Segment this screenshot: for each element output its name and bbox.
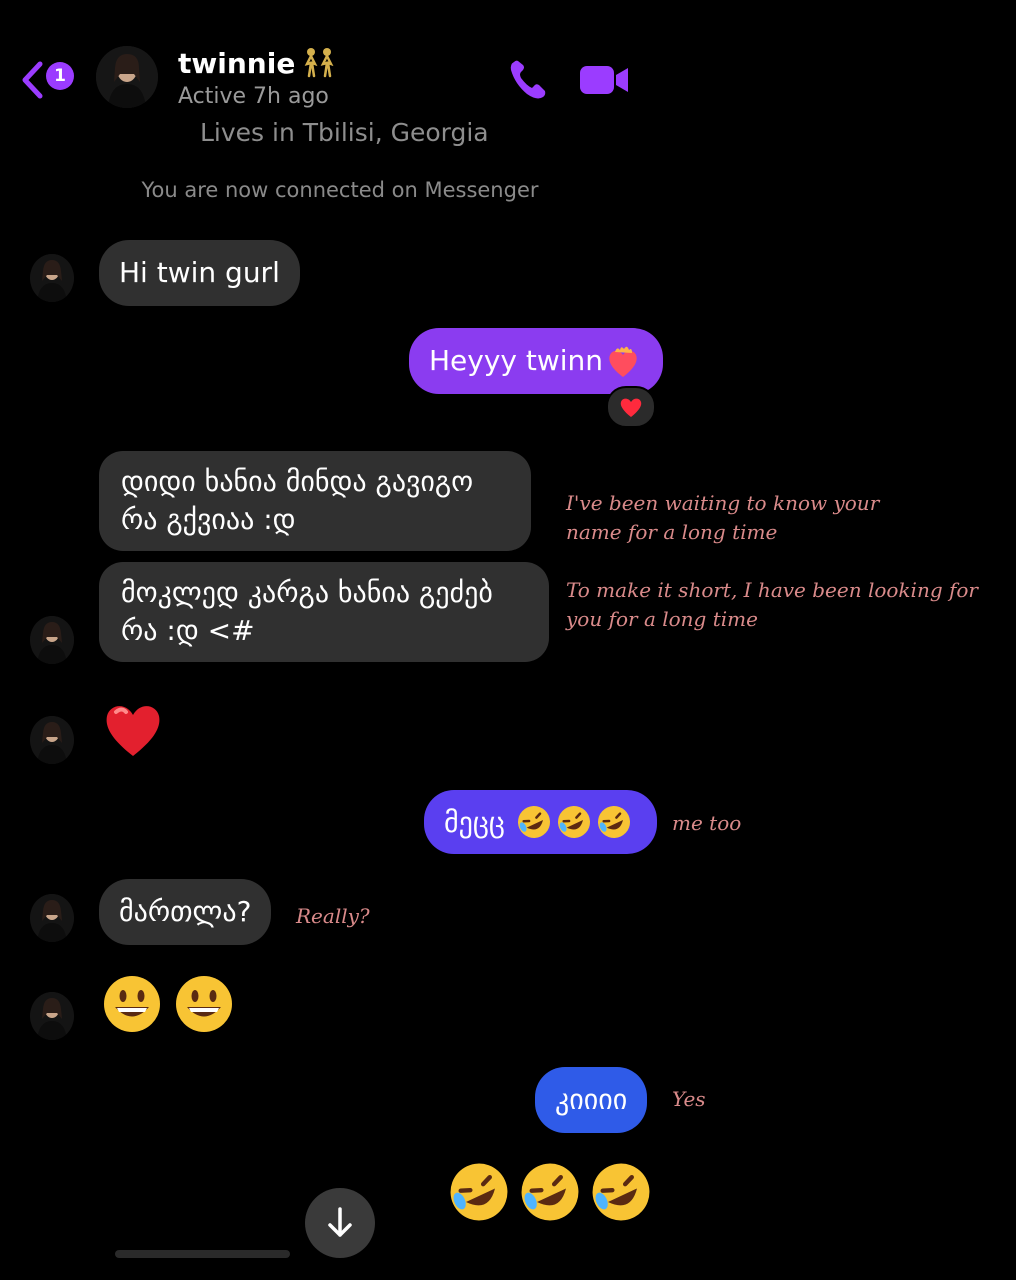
scroll-to-bottom-button[interactable] <box>305 1188 375 1258</box>
messenger-chat-screen: 1 twinnie Active 7h ago Lives in Tbilisi… <box>0 0 1016 1280</box>
message-bubble-sent[interactable]: Heyyy twinn <box>409 328 664 394</box>
contact-name[interactable]: twinnie <box>178 46 339 80</box>
arrow-down-icon <box>328 1207 352 1237</box>
red-heart-emoji-icon[interactable] <box>102 698 164 760</box>
chevron-left-icon <box>22 61 43 99</box>
translation-note: I've been waiting to know your name for … <box>566 491 880 544</box>
sender-avatar <box>30 894 74 942</box>
connection-notice: You are now connected on Messenger <box>141 178 539 202</box>
back-button[interactable]: 1 <box>20 58 80 99</box>
dancing-twins-emoji-icon <box>304 48 334 78</box>
message-bubble-received[interactable]: მოკლედ კარგა ხანია გეძებ რა :დ <# <box>99 562 549 662</box>
profile-location: Lives in Tbilisi, Georgia <box>200 118 489 147</box>
sender-avatar <box>30 254 74 302</box>
message-bubble-sent[interactable]: კიიიი <box>535 1067 648 1133</box>
unread-badge: 1 <box>46 62 74 90</box>
message-text: მეცც <box>444 806 505 839</box>
sender-avatar <box>30 992 74 1040</box>
rofl-emoji-icon <box>598 806 630 838</box>
message-bubble-received[interactable]: დიდი ხანია მინდა გავიგო რა გქვიაა :დ <box>99 451 531 551</box>
video-call-button[interactable] <box>578 62 630 98</box>
translation-note: me too <box>672 811 742 835</box>
translation-note: Yes <box>672 1087 706 1111</box>
translation-note: Really? <box>296 904 370 928</box>
rofl-emoji-icon[interactable] <box>518 1160 582 1224</box>
message-bubble-received[interactable]: მართლა? <box>99 879 272 945</box>
active-status: Active 7h ago <box>178 84 329 109</box>
translation-note: To make it short, I have been looking fo… <box>566 578 978 631</box>
rofl-emoji-icon[interactable] <box>447 1160 511 1224</box>
rofl-emoji-icon <box>518 806 550 838</box>
rofl-emoji-icon <box>558 806 590 838</box>
sender-avatar <box>30 616 74 664</box>
contact-avatar[interactable] <box>96 46 158 108</box>
heart-on-fire-emoji-icon <box>609 346 637 377</box>
grinning-face-emoji-icon[interactable] <box>174 974 234 1034</box>
heart-icon <box>620 398 642 417</box>
voice-call-button[interactable] <box>506 58 550 102</box>
message-bubble-sent[interactable]: მეცც <box>424 790 657 854</box>
rofl-emoji-icon[interactable] <box>589 1160 653 1224</box>
composer-edge <box>115 1250 290 1258</box>
phone-icon <box>510 60 546 99</box>
heart-reaction[interactable] <box>606 386 656 428</box>
video-camera-icon <box>580 66 628 94</box>
grinning-face-emoji-icon[interactable] <box>102 974 162 1034</box>
message-text: Heyyy twinn <box>429 344 604 377</box>
message-bubble-received[interactable]: Hi twin gurl <box>99 240 300 306</box>
sender-avatar <box>30 716 74 764</box>
